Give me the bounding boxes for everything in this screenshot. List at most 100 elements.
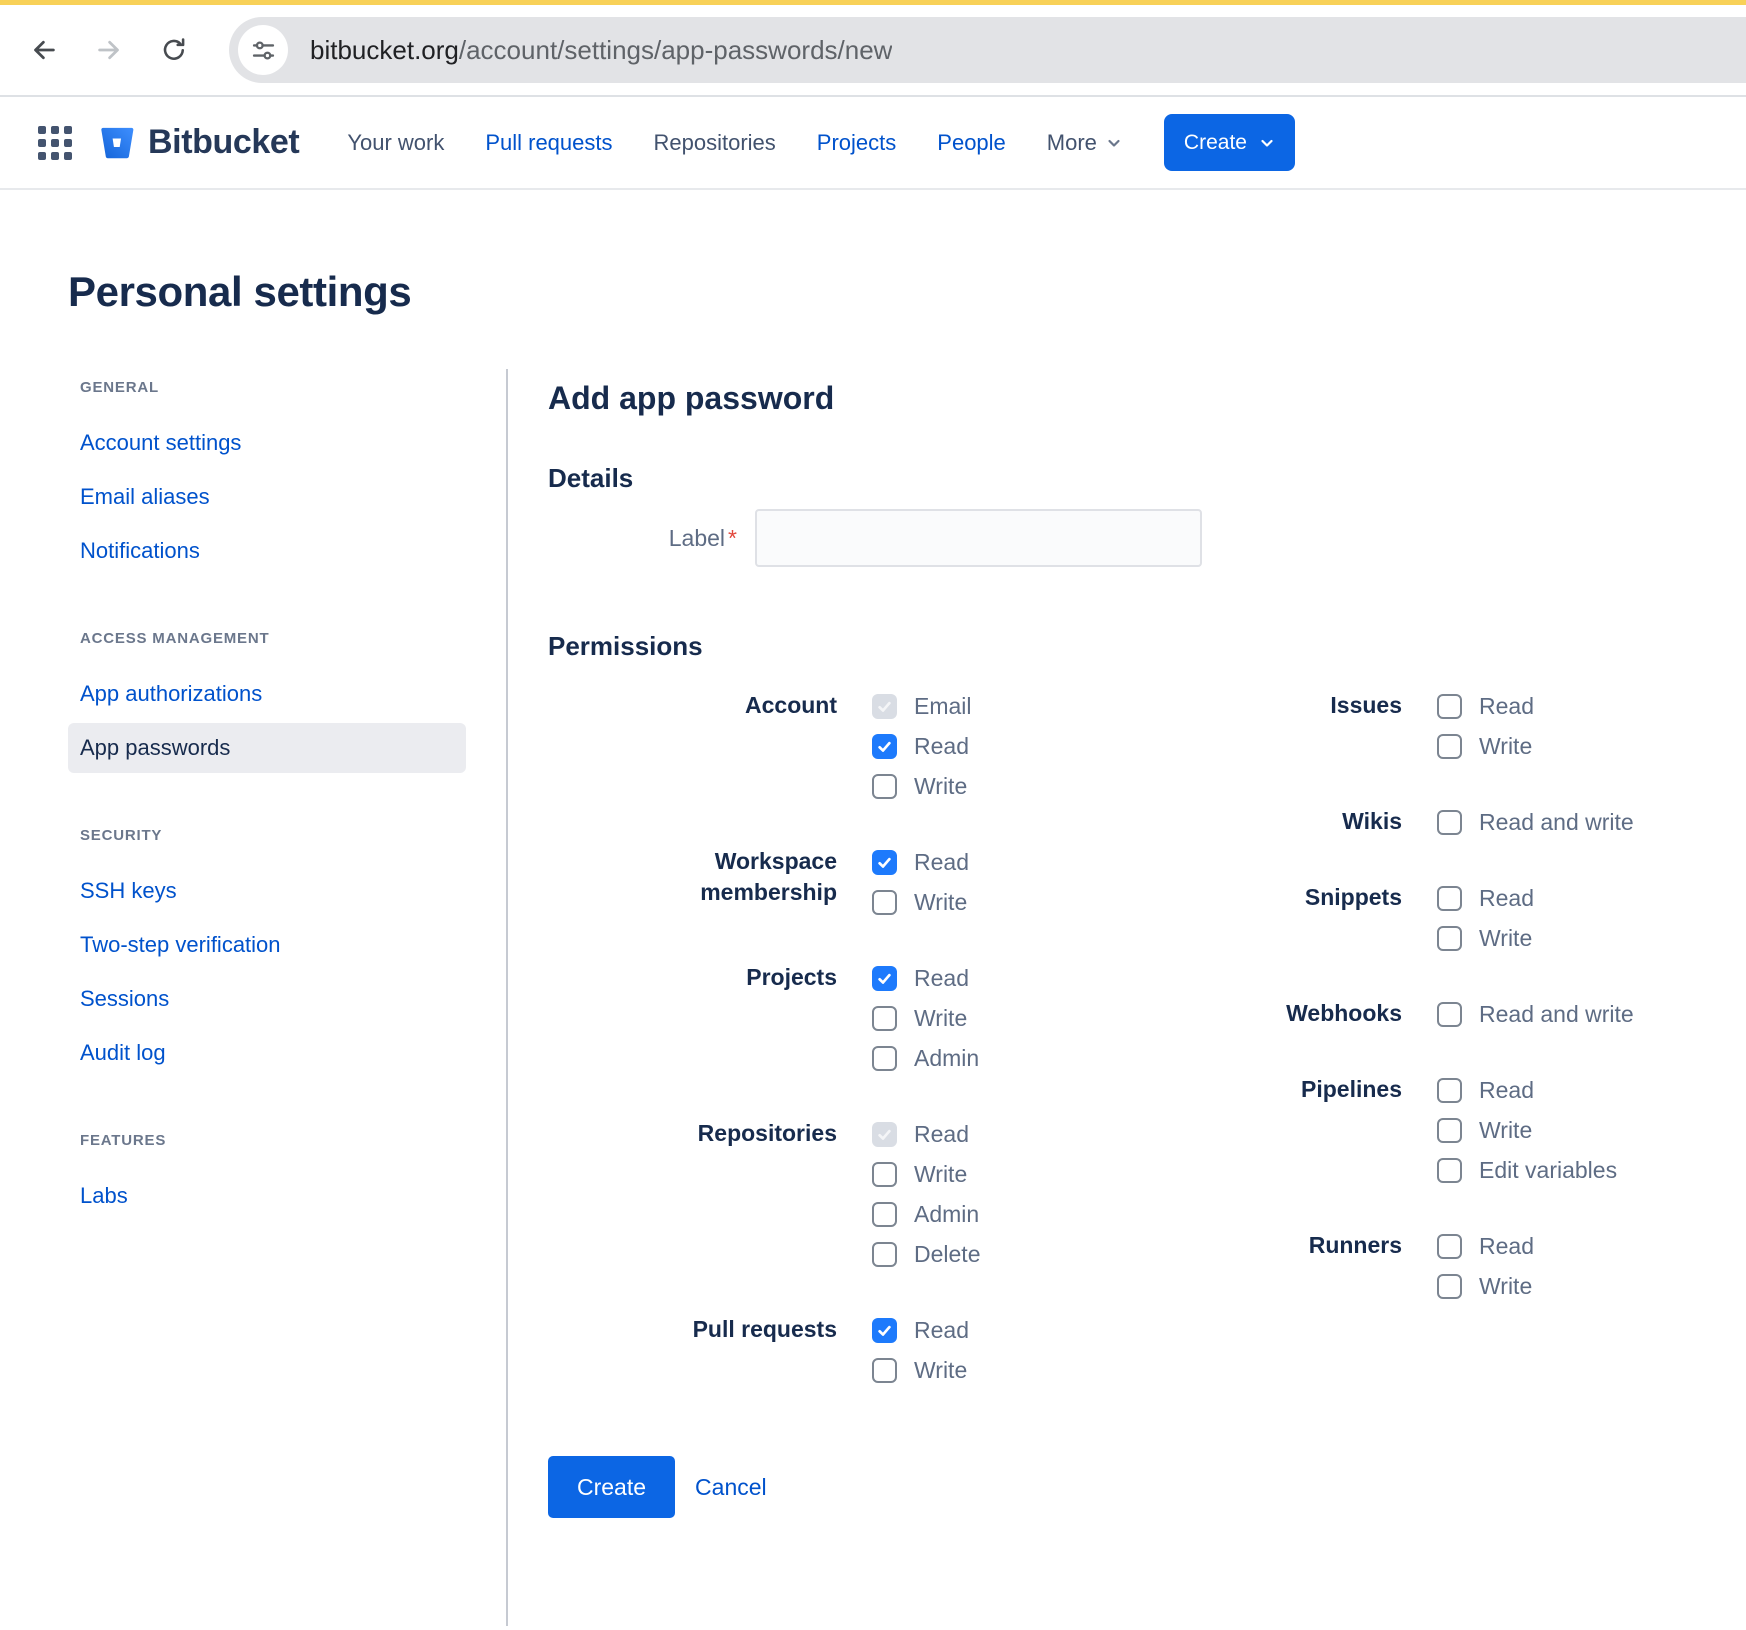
checkbox-unchecked[interactable]: [872, 890, 897, 915]
sidebar-item-account-settings[interactable]: Account settings: [68, 418, 466, 468]
nav-item-more[interactable]: More: [1047, 130, 1122, 156]
nav-item-label: Your work: [347, 130, 444, 156]
checkbox-unchecked[interactable]: [1437, 1158, 1462, 1183]
sidebar-item-app-passwords[interactable]: App passwords: [68, 723, 466, 773]
checkbox-label: Write: [1479, 925, 1532, 952]
bitbucket-logo[interactable]: Bitbucket: [97, 122, 299, 164]
grid-dot: [64, 139, 72, 147]
checkbox-unchecked[interactable]: [1437, 1078, 1462, 1103]
perm-options: EmailReadWrite: [872, 686, 972, 806]
checkbox-row-pipelines-write[interactable]: Write: [1437, 1110, 1617, 1150]
cancel-link[interactable]: Cancel: [695, 1474, 767, 1501]
checkbox-unchecked[interactable]: [872, 1242, 897, 1267]
checkbox-unchecked[interactable]: [1437, 734, 1462, 759]
nav-item-projects[interactable]: Projects: [817, 130, 896, 156]
checkbox-unchecked[interactable]: [872, 1202, 897, 1227]
checkbox-row-pull-requests-write[interactable]: Write: [872, 1350, 969, 1390]
checkbox-row-snippets-write[interactable]: Write: [1437, 918, 1534, 958]
sidebar-item-ssh-keys[interactable]: SSH keys: [68, 866, 466, 916]
create-submit-button[interactable]: Create: [548, 1456, 675, 1518]
checkbox-row-repositories-write[interactable]: Write: [872, 1154, 980, 1194]
checkbox-unchecked[interactable]: [872, 774, 897, 799]
checkbox-unchecked[interactable]: [872, 1006, 897, 1031]
checkbox-row-pipelines-read[interactable]: Read: [1437, 1070, 1617, 1110]
perm-options: Read Write: [1437, 878, 1534, 958]
checkbox-row-projects-read[interactable]: Read: [872, 958, 979, 998]
checkbox-row-issues-read[interactable]: Read: [1437, 686, 1534, 726]
checkbox-row-account-email[interactable]: Email: [872, 686, 972, 726]
checkbox-unchecked[interactable]: [1437, 926, 1462, 951]
checkbox-row-repositories-admin[interactable]: Admin: [872, 1194, 980, 1234]
checkbox-unchecked[interactable]: [1437, 1002, 1462, 1027]
checkbox-row-snippets-read[interactable]: Read: [1437, 878, 1534, 918]
sidebar-item-app-authorizations[interactable]: App authorizations: [68, 669, 466, 719]
nav-item-label: People: [937, 130, 1006, 156]
checkbox-row-issues-write[interactable]: Write: [1437, 726, 1534, 766]
browser-reload-button[interactable]: [146, 22, 202, 78]
checkbox-row-wikis-read-and-write[interactable]: Read and write: [1437, 802, 1634, 842]
perm-group-title: Runners: [1140, 1226, 1402, 1306]
app-header: Bitbucket Your work Pull requests Reposito…: [0, 97, 1746, 190]
sidebar-section-title: SECURITY: [68, 827, 506, 844]
sidebar-section-title: ACCESS MANAGEMENT: [68, 630, 506, 647]
checkbox-row-repositories-delete[interactable]: Delete: [872, 1234, 980, 1274]
page-title: Personal settings: [68, 268, 1746, 316]
nav-item-pull-requests[interactable]: Pull requests: [485, 130, 612, 156]
settings-layout: GENERAL Account settingsEmail aliasesNoti…: [68, 379, 1746, 1626]
label-input[interactable]: [755, 509, 1202, 567]
checkbox-row-pipelines-edit-variables[interactable]: Edit variables: [1437, 1150, 1617, 1190]
checkbox-row-runners-read[interactable]: Read: [1437, 1226, 1534, 1266]
checkbox-row-projects-write[interactable]: Write: [872, 998, 979, 1038]
nav-item-your-work[interactable]: Your work: [347, 130, 444, 156]
perm-group-snippets: Snippets Read Write: [1140, 878, 1746, 958]
check-icon: [876, 854, 893, 871]
checkbox-checked[interactable]: [872, 1318, 897, 1343]
sidebar-section-title: GENERAL: [68, 379, 506, 396]
sidebar-item-audit-log[interactable]: Audit log: [68, 1028, 466, 1078]
checkbox-unchecked[interactable]: [1437, 694, 1462, 719]
nav-item-people[interactable]: People: [937, 130, 1006, 156]
sidebar-item-notifications[interactable]: Notifications: [68, 526, 466, 576]
checkbox-row-pull-requests-read[interactable]: Read: [872, 1310, 969, 1350]
browser-back-button[interactable]: [16, 22, 72, 78]
settings-sidebar: GENERAL Account settingsEmail aliasesNoti…: [68, 379, 506, 1275]
checkbox-row-runners-write[interactable]: Write: [1437, 1266, 1534, 1306]
create-menu-button[interactable]: Create: [1164, 114, 1295, 171]
sidebar-item-labs[interactable]: Labs: [68, 1171, 466, 1221]
checkbox-unchecked[interactable]: [872, 1046, 897, 1071]
checkbox-unchecked[interactable]: [1437, 1274, 1462, 1299]
checkbox-unchecked[interactable]: [872, 1162, 897, 1187]
checkbox-checked[interactable]: [872, 850, 897, 875]
checkbox-checked[interactable]: [872, 966, 897, 991]
checkbox-row-webhooks-read-and-write[interactable]: Read and write: [1437, 994, 1634, 1034]
checkbox-unchecked[interactable]: [1437, 810, 1462, 835]
checkbox-unchecked[interactable]: [872, 1358, 897, 1383]
perm-group-projects: ProjectsReadWriteAdmin: [548, 958, 1140, 1078]
nav-item-repositories[interactable]: Repositories: [654, 130, 776, 156]
checkbox-row-projects-admin[interactable]: Admin: [872, 1038, 979, 1078]
checkbox-row-account-write[interactable]: Write: [872, 766, 972, 806]
checkbox-row-repositories-read[interactable]: Read: [872, 1114, 980, 1154]
checkbox-unchecked[interactable]: [1437, 886, 1462, 911]
address-bar[interactable]: bitbucket.org/account/settings/app-passw…: [229, 17, 1746, 83]
site-settings-button[interactable]: [238, 25, 288, 75]
required-asterisk: *: [728, 525, 737, 551]
browser-forward-button[interactable]: [81, 22, 137, 78]
url-host: bitbucket.org: [310, 35, 459, 65]
checkbox-row-workspace-membership-read[interactable]: Read: [872, 842, 969, 882]
checkbox-checked[interactable]: [872, 734, 897, 759]
forward-arrow-icon: [94, 35, 124, 65]
checkbox-unchecked[interactable]: [1437, 1118, 1462, 1143]
checkbox-unchecked[interactable]: [1437, 1234, 1462, 1259]
checkbox-row-account-read[interactable]: Read: [872, 726, 972, 766]
checkbox-label: Read and write: [1479, 1001, 1634, 1028]
perm-group-title: Snippets: [1140, 878, 1402, 958]
sidebar-item-sessions[interactable]: Sessions: [68, 974, 466, 1024]
app-switcher-icon[interactable]: [38, 126, 72, 160]
sidebar-section-general: GENERAL Account settingsEmail aliasesNoti…: [68, 379, 506, 576]
sidebar-item-two-step-verification[interactable]: Two-step verification: [68, 920, 466, 970]
perm-options: ReadWriteEdit variables: [1437, 1070, 1617, 1190]
sidebar-item-email-aliases[interactable]: Email aliases: [68, 472, 466, 522]
checkbox-row-workspace-membership-write[interactable]: Write: [872, 882, 969, 922]
perm-options: ReadWrite: [1437, 1226, 1534, 1306]
